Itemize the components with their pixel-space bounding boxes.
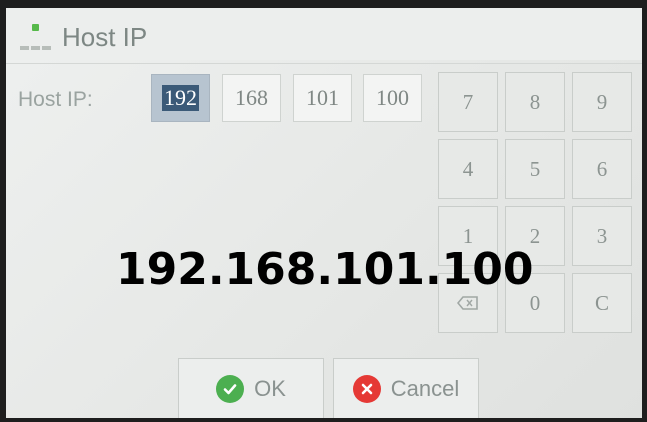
octet-field-1[interactable]: 192 (151, 74, 210, 122)
ok-button[interactable]: OK (178, 358, 324, 418)
key-4[interactable]: 4 (438, 139, 498, 199)
key-8[interactable]: 8 (505, 72, 565, 132)
key-clear[interactable]: C (572, 273, 632, 333)
title-divider (6, 63, 642, 64)
window-title: Host IP (62, 22, 148, 52)
key-7[interactable]: 7 (438, 72, 498, 132)
dialog-screen: Host IP Host IP: 192 168 101 100 7 8 9 4… (6, 8, 642, 418)
octet-field-3[interactable]: 101 (293, 74, 352, 122)
ok-label: OK (254, 376, 286, 401)
host-ip-label: Host IP: (18, 88, 93, 111)
key-3[interactable]: 3 (572, 206, 632, 266)
ip-address-overlay: 192.168.101.100 (116, 244, 534, 295)
cancel-label: Cancel (390, 376, 460, 401)
close-icon (352, 375, 381, 403)
key-9[interactable]: 9 (572, 72, 632, 132)
octet-field-2[interactable]: 168 (222, 74, 281, 122)
key-6[interactable]: 6 (572, 139, 632, 199)
octet-field-4[interactable]: 100 (363, 74, 422, 122)
app-icon (18, 22, 52, 52)
octet-value-1: 192 (162, 85, 199, 111)
key-5[interactable]: 5 (505, 139, 565, 199)
title-bar: Host IP (6, 8, 642, 60)
checkmark-icon (216, 375, 245, 403)
cancel-button[interactable]: Cancel (333, 358, 479, 418)
backspace-icon (457, 296, 478, 310)
